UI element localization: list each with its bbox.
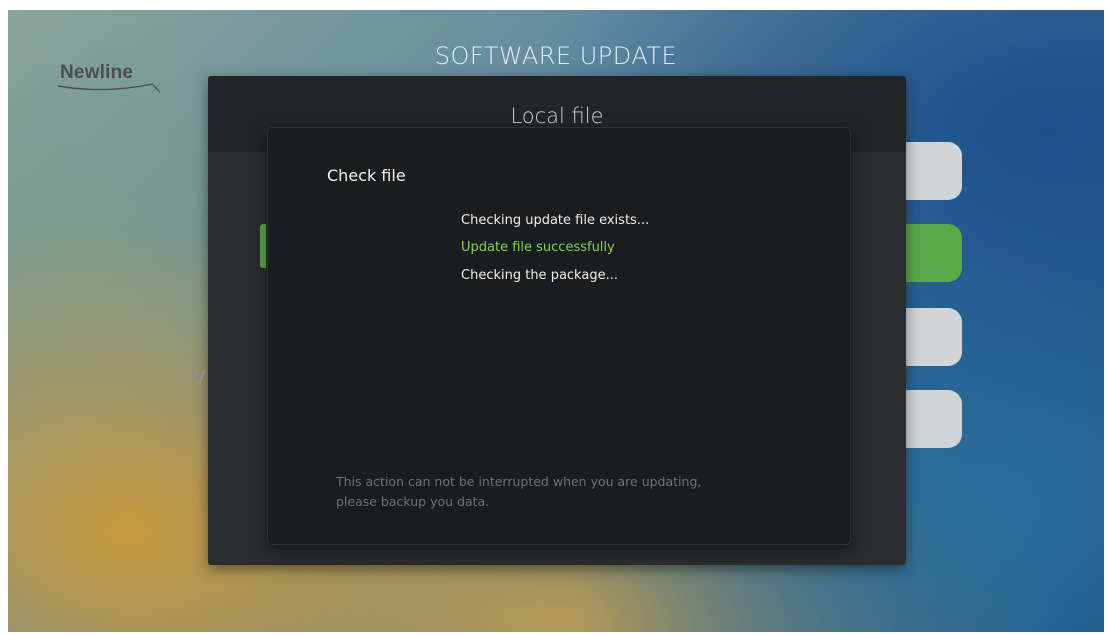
selected-item-indicator [260, 224, 266, 268]
logo-swoosh-icon [57, 83, 161, 93]
hidden-label: V [192, 366, 206, 390]
dialog-title: Check file [327, 166, 406, 185]
menu-option-button-4[interactable] [904, 390, 962, 448]
warning-note: This action can not be interrupted when … [336, 472, 776, 512]
menu-option-button-3[interactable] [904, 308, 962, 366]
panel-title: Local file [510, 104, 604, 128]
status-line: Checking the package... [461, 268, 618, 283]
page-title: SOFTWARE UPDATE [434, 42, 678, 70]
check-file-dialog: Check file Checking update file exists..… [268, 128, 850, 544]
menu-option-button-1[interactable] [904, 142, 962, 200]
warning-note-line: This action can not be interrupted when … [336, 474, 702, 489]
status-line: Checking update file exists... [461, 213, 650, 228]
status-line-success: Update file successfully [461, 240, 615, 255]
warning-note-line: please backup you data. [336, 494, 490, 509]
update-screen: Newline SOFTWARE UPDATE Local file V Che… [8, 10, 1104, 632]
menu-option-button-2-selected[interactable] [904, 224, 962, 282]
